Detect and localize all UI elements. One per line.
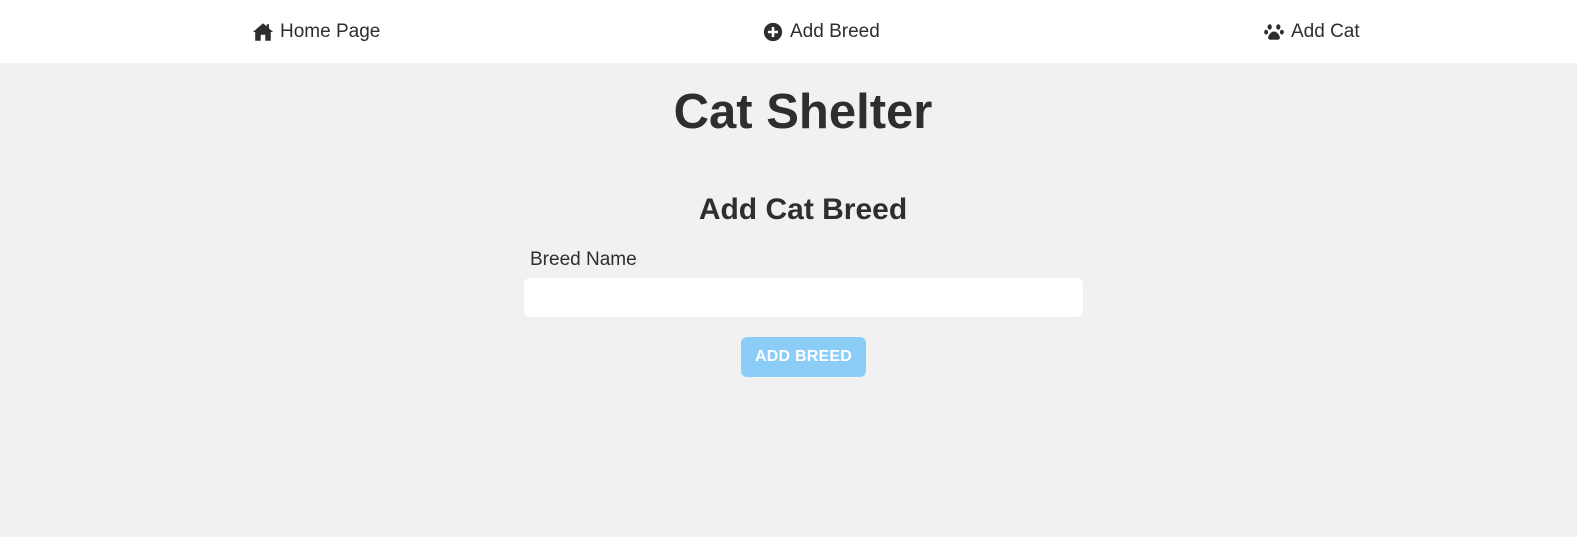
page-title: Cat Shelter bbox=[673, 85, 933, 139]
breed-name-input[interactable] bbox=[524, 278, 1083, 317]
top-navigation: Home Page Add Breed Add Cat bbox=[0, 0, 1577, 63]
form-title: Add Cat Breed bbox=[698, 193, 908, 226]
nav-item-add-breed[interactable]: Add Breed bbox=[762, 19, 880, 45]
breed-name-label: Breed Name bbox=[530, 249, 637, 270]
nav-item-label: Home Page bbox=[280, 21, 381, 42]
home-icon bbox=[252, 23, 274, 41]
nav-item-home[interactable]: Home Page bbox=[252, 19, 380, 45]
add-breed-button[interactable]: ADD BREED bbox=[741, 337, 866, 377]
nav-item-label: Add Cat bbox=[1291, 21, 1360, 42]
nav-item-add-cat[interactable]: Add Cat bbox=[1263, 19, 1360, 45]
paw-icon bbox=[1264, 24, 1284, 40]
plus-circle-icon bbox=[763, 22, 783, 42]
nav-item-label: Add Breed bbox=[790, 21, 880, 42]
